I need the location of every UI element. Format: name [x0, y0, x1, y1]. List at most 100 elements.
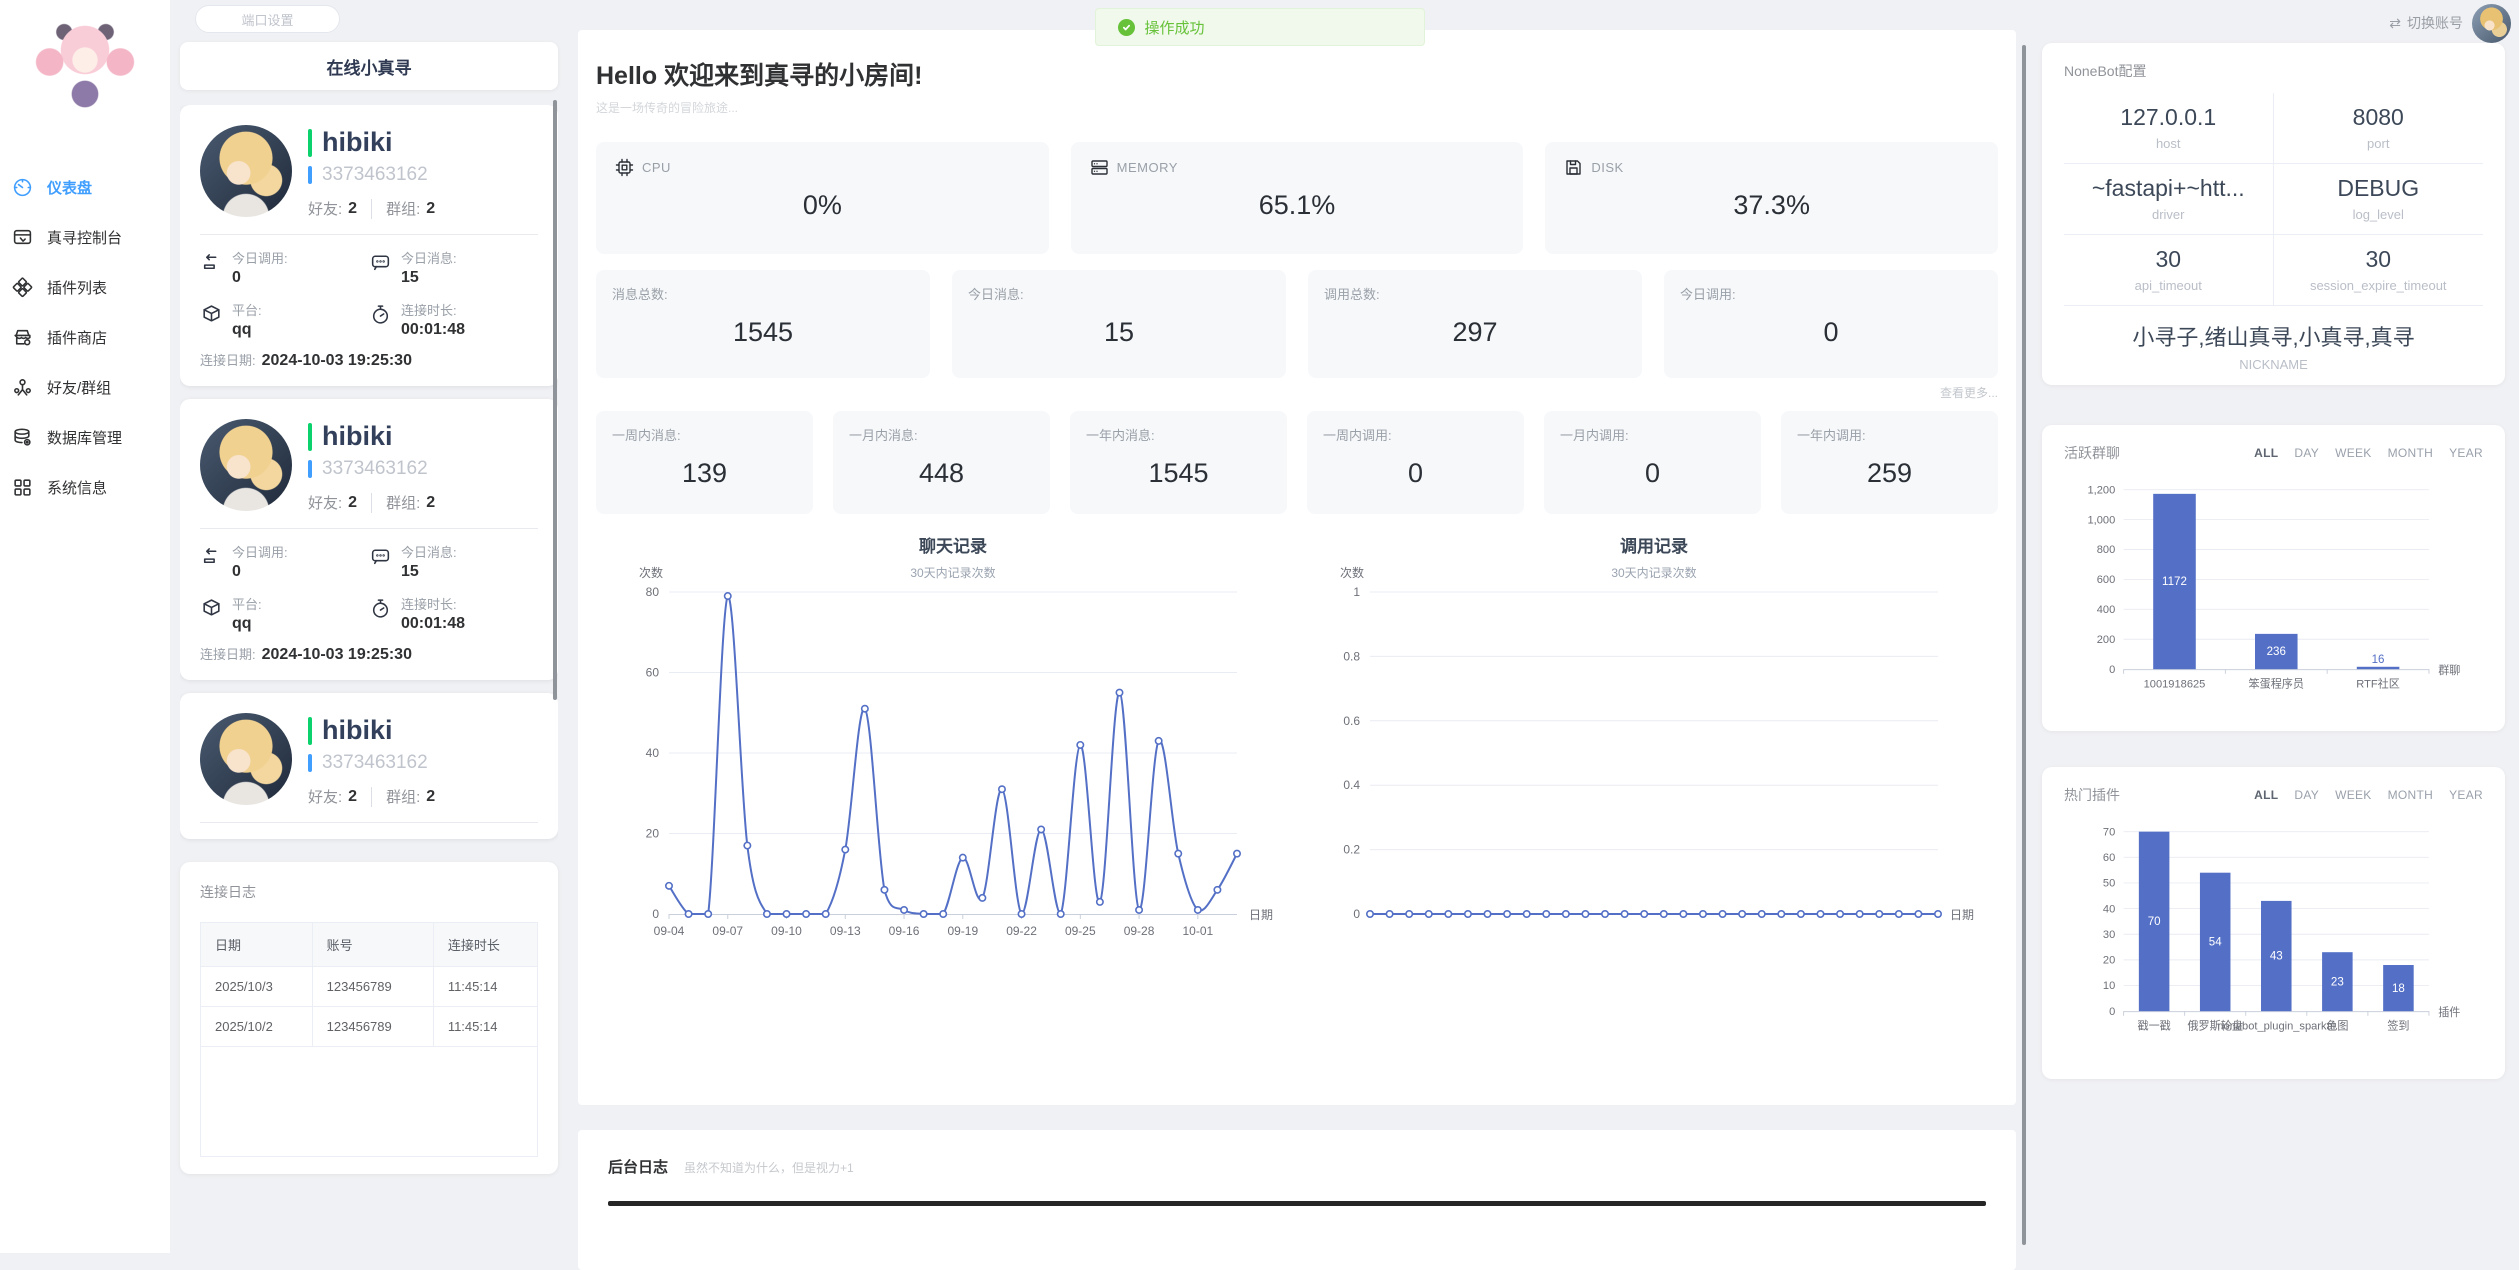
sidebar-item-database[interactable]: 数据库管理: [0, 412, 170, 462]
config-label: driver: [2068, 207, 2269, 222]
totals-row: 消息总数:1545 今日消息:15 调用总数:297 今日调用:0: [596, 270, 1998, 378]
config-label: port: [2278, 136, 2480, 151]
calls-icon: [200, 545, 223, 568]
stopwatch-icon: [369, 597, 392, 620]
stat-label: 一月内调用:: [1560, 425, 1745, 444]
connection-log-table: 日期 账号 连接时长 2025/10/3 123456789 11:45:14 …: [200, 922, 538, 1157]
config-cell-port: 8080port: [2274, 93, 2484, 164]
col-date: 日期: [201, 923, 312, 967]
sidebar-item-dashboard[interactable]: 仪表盘: [0, 162, 170, 212]
cell-date: 2025/10/3: [201, 967, 312, 1007]
bot-name: hibiki: [322, 715, 393, 746]
svg-text:笨蛋程序员: 笨蛋程序员: [2249, 677, 2304, 691]
svg-text:RTF社区: RTF社区: [2356, 677, 2400, 691]
sidebar-item-console[interactable]: 真寻控制台: [0, 212, 170, 262]
duration-value: 00:01:48: [401, 321, 465, 339]
memory-icon: [1089, 157, 1110, 178]
svg-text:0.2: 0.2: [1343, 843, 1360, 857]
tab-day[interactable]: DAY: [2294, 446, 2319, 460]
svg-text:09-22: 09-22: [1006, 924, 1037, 938]
stat-value: 0: [1560, 458, 1745, 489]
tab-year[interactable]: YEAR: [2449, 788, 2483, 802]
platform-label: 平台:: [232, 594, 262, 613]
active-groups-bar-chart: 02004006008001,0001,2001001918625笨蛋程序员RT…: [2064, 473, 2483, 721]
port-settings-button[interactable]: 端口设置: [195, 5, 340, 33]
period-stats-row: 一周内消息:139 一月内消息:448 一年内消息:1545 一周内调用:0 一…: [596, 411, 1998, 514]
week-calls-card: 一周内调用:0: [1307, 411, 1524, 514]
id-accent-bar: [308, 754, 312, 772]
month-calls-card: 一月内调用: 0: [1544, 411, 1761, 514]
memory-card: MEMORY 65.1%: [1071, 142, 1524, 254]
svg-text:10: 10: [2103, 980, 2115, 992]
config-cell-driver: ~fastapi+~htt...driver: [2064, 164, 2274, 235]
groups-label: 群组:: [386, 786, 420, 807]
cell-account: 123456789: [312, 1007, 433, 1047]
bot-list-scrollbar[interactable]: [553, 100, 557, 700]
backend-log-title: 后台日志: [608, 1156, 668, 1177]
svg-text:10-01: 10-01: [1182, 924, 1213, 938]
nonebot-config-panel: NoneBot配置 127.0.0.1host 8080port ~fastap…: [2042, 43, 2505, 385]
sidebar-item-label: 真寻控制台: [47, 227, 122, 248]
sidebar-item-plugin-store[interactable]: 插件商店: [0, 312, 170, 362]
range-tabs: ALL DAY WEEK MONTH YEAR: [2254, 788, 2483, 802]
svg-text:20: 20: [2103, 955, 2115, 967]
main-scrollbar[interactable]: [2022, 45, 2026, 1245]
nickname-label: NICKNAME: [2064, 357, 2483, 372]
bot-id: 3373463162: [322, 752, 428, 774]
svg-text:0.8: 0.8: [1343, 649, 1360, 663]
svg-text:70: 70: [2148, 916, 2161, 928]
message-icon: [369, 251, 392, 274]
tab-month[interactable]: MONTH: [2388, 446, 2434, 460]
svg-text:30天内记录次数: 30天内记录次数: [910, 565, 995, 580]
bot-avatar: [200, 713, 292, 805]
bot-list[interactable]: hibiki 3373463162 好友:2群组:2 今日调用:0 今日消息:1…: [180, 105, 558, 847]
groups-label: 群组:: [386, 198, 420, 219]
stat-label: 今日调用:: [1680, 284, 1982, 303]
today-calls-card: 今日调用:0: [1664, 270, 1998, 378]
cell-account: 123456789: [312, 967, 433, 1007]
svg-text:40: 40: [2103, 903, 2115, 915]
today-calls-value: 0: [232, 269, 288, 287]
svg-text:43: 43: [2270, 951, 2283, 963]
today-messages-value: 15: [401, 563, 457, 581]
platform-value: qq: [232, 615, 262, 633]
tab-year[interactable]: YEAR: [2449, 446, 2483, 460]
stat-value: 297: [1324, 317, 1626, 348]
success-toast: 操作成功: [1095, 8, 1425, 46]
stat-label: 一月内消息:: [849, 425, 1034, 444]
sidebar-item-label: 好友/群组: [47, 377, 111, 398]
tab-day[interactable]: DAY: [2294, 788, 2319, 802]
see-more-link[interactable]: 查看更多...: [596, 384, 1998, 401]
svg-text:200: 200: [2097, 634, 2116, 646]
tab-all[interactable]: ALL: [2254, 446, 2278, 460]
connect-date-label: 连接日期:: [200, 353, 256, 368]
sidebar: 仪表盘 真寻控制台 插件列表 插件商店 好友/群组 数据库管理 系统信息: [0, 0, 170, 1253]
svg-text:20: 20: [645, 827, 659, 841]
svg-text:80: 80: [645, 585, 659, 599]
platform-value: qq: [232, 321, 262, 339]
tab-month[interactable]: MONTH: [2388, 788, 2434, 802]
tab-week[interactable]: WEEK: [2335, 446, 2372, 460]
bot-card: hibiki 3373463162 好友:2群组:2: [180, 693, 558, 839]
year-calls-card: 一年内调用:259: [1781, 411, 1998, 514]
chat-records-chart: 聊天记录30天内记录次数次数02040608009-0409-0709-1009…: [596, 530, 1297, 956]
welcome-subtitle: 这是一场传奇的冒险旅途...: [596, 99, 1998, 116]
sidebar-item-system-info[interactable]: 系统信息: [0, 462, 170, 512]
svg-text:1,000: 1,000: [2087, 514, 2115, 526]
svg-text:戳一戳: 戳一戳: [2137, 1020, 2170, 1033]
hot-plugins-bar-chart: 010203040506070戳一戳俄罗斯轮盘nonebot_plugin_sp…: [2064, 815, 2483, 1063]
config-cell-session-expire: 30session_expire_timeout: [2274, 235, 2484, 306]
tab-week[interactable]: WEEK: [2335, 788, 2372, 802]
stat-label: 一年内调用:: [1797, 425, 1982, 444]
memory-value: 65.1%: [1089, 190, 1506, 221]
groups-label: 群组:: [386, 492, 420, 513]
disk-card: DISK 37.3%: [1545, 142, 1998, 254]
plugin-list-icon: [12, 277, 33, 298]
svg-text:400: 400: [2097, 604, 2116, 616]
sidebar-item-friends-groups[interactable]: 好友/群组: [0, 362, 170, 412]
tab-all[interactable]: ALL: [2254, 788, 2278, 802]
cpu-label: CPU: [642, 160, 671, 175]
connect-date-label: 连接日期:: [200, 647, 256, 662]
sidebar-item-plugin-list[interactable]: 插件列表: [0, 262, 170, 312]
config-value: 30: [2068, 246, 2269, 273]
